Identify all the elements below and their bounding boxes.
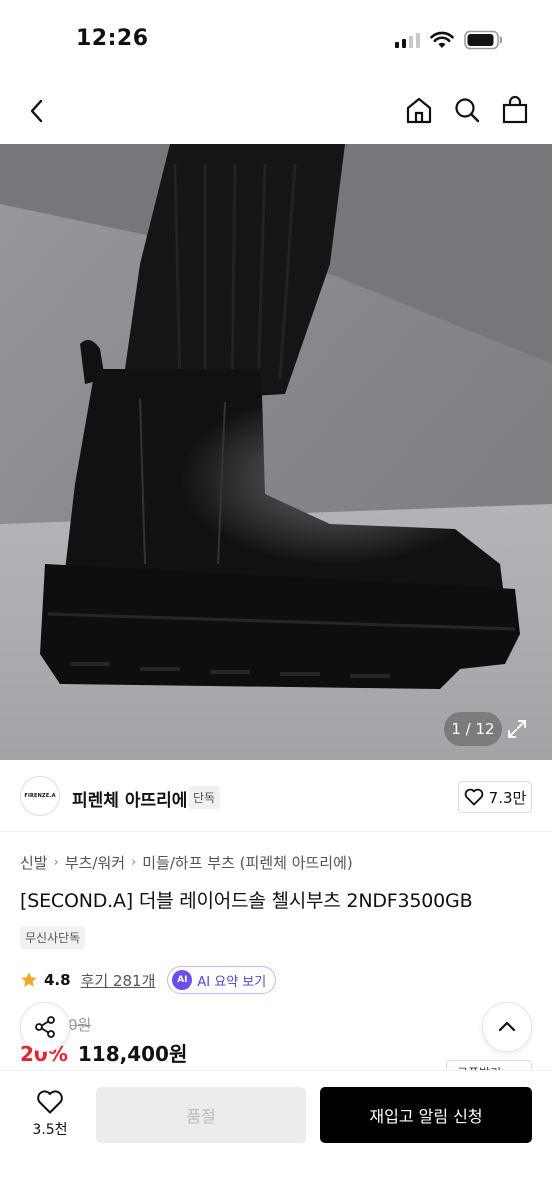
expand-image-button[interactable] (500, 712, 534, 746)
boot-photo (0, 144, 552, 760)
shopping-bag-icon (502, 95, 528, 124)
brand-row[interactable]: FIRENZE.A 피렌체 아뜨리에 단독 7.3만 (0, 760, 552, 832)
status-icons (395, 30, 504, 50)
brand-like-count: 7.3만 (488, 788, 527, 807)
breadcrumb-item[interactable]: 부츠/워커 (65, 852, 125, 873)
brand-logo[interactable]: FIRENZE.A (20, 776, 60, 816)
breadcrumb-item[interactable]: 미들/하프 부츠 (피렌체 아뜨리에) (142, 852, 352, 873)
battery-icon (464, 30, 503, 50)
nav-actions (404, 94, 530, 126)
original-price: 0원 (68, 1016, 92, 1034)
heart-icon (464, 788, 483, 806)
chevron-right-icon: › (131, 855, 137, 870)
ai-summary-label: AI 요약 보기 (197, 974, 267, 990)
scroll-top-button[interactable] (482, 1002, 532, 1052)
brand-name[interactable]: 피렌체 아뜨리에 (72, 786, 187, 811)
wifi-icon (430, 31, 454, 48)
brand-like-button[interactable]: 7.3만 (458, 781, 532, 813)
search-icon (455, 98, 480, 123)
image-counter: 1 / 12 (444, 712, 502, 746)
nav-bar (0, 80, 552, 144)
ai-icon: AI (172, 970, 193, 990)
exclusive-badge: 무신사단독 (20, 926, 86, 949)
restock-alert-button[interactable]: 재입고 알림 신청 (320, 1087, 532, 1143)
breadcrumb: 신발 › 부츠/워커 › 미들/하프 부츠 (피렌체 아뜨리에) (20, 852, 353, 873)
product-image[interactable] (0, 144, 552, 760)
rating-value: 4.8 (44, 971, 71, 989)
breadcrumb-item[interactable]: 신발 (20, 852, 48, 873)
brand-exclusive-badge: 단독 (188, 786, 221, 809)
back-button[interactable] (22, 96, 52, 126)
chevron-right-icon: › (53, 855, 59, 870)
wishlist-button[interactable]: 3.5천 (26, 1089, 74, 1139)
cart-button[interactable] (500, 94, 530, 126)
search-button[interactable] (452, 94, 482, 126)
status-bar: 12:26 (0, 0, 552, 80)
heart-icon (37, 1090, 63, 1114)
chevron-left-icon (30, 99, 43, 123)
share-button[interactable] (20, 1002, 70, 1052)
home-button[interactable] (404, 94, 434, 126)
soldout-button: 품절 (96, 1087, 306, 1143)
status-time: 12:26 (76, 26, 149, 51)
home-icon (406, 97, 432, 124)
cellular-signal-icon (395, 32, 420, 48)
bottom-action-bar: 3.5천 품절 재입고 알림 신청 (0, 1070, 552, 1200)
ai-summary-button[interactable]: AI AI 요약 보기 (167, 966, 277, 994)
rating-row: 4.8 후기 281개 AI AI 요약 보기 (20, 966, 277, 994)
product-title: [SECOND.A] 더블 레이어드솔 첼시부츠 2NDF3500GB (20, 890, 473, 912)
chevron-up-icon (498, 1021, 516, 1032)
wishlist-count: 3.5천 (32, 1122, 68, 1138)
sale-price: 118,400원 (77, 1042, 188, 1066)
review-link[interactable]: 후기 281개 (81, 970, 156, 991)
expand-icon (508, 720, 526, 738)
share-icon (35, 1016, 55, 1038)
star-icon (21, 972, 37, 987)
